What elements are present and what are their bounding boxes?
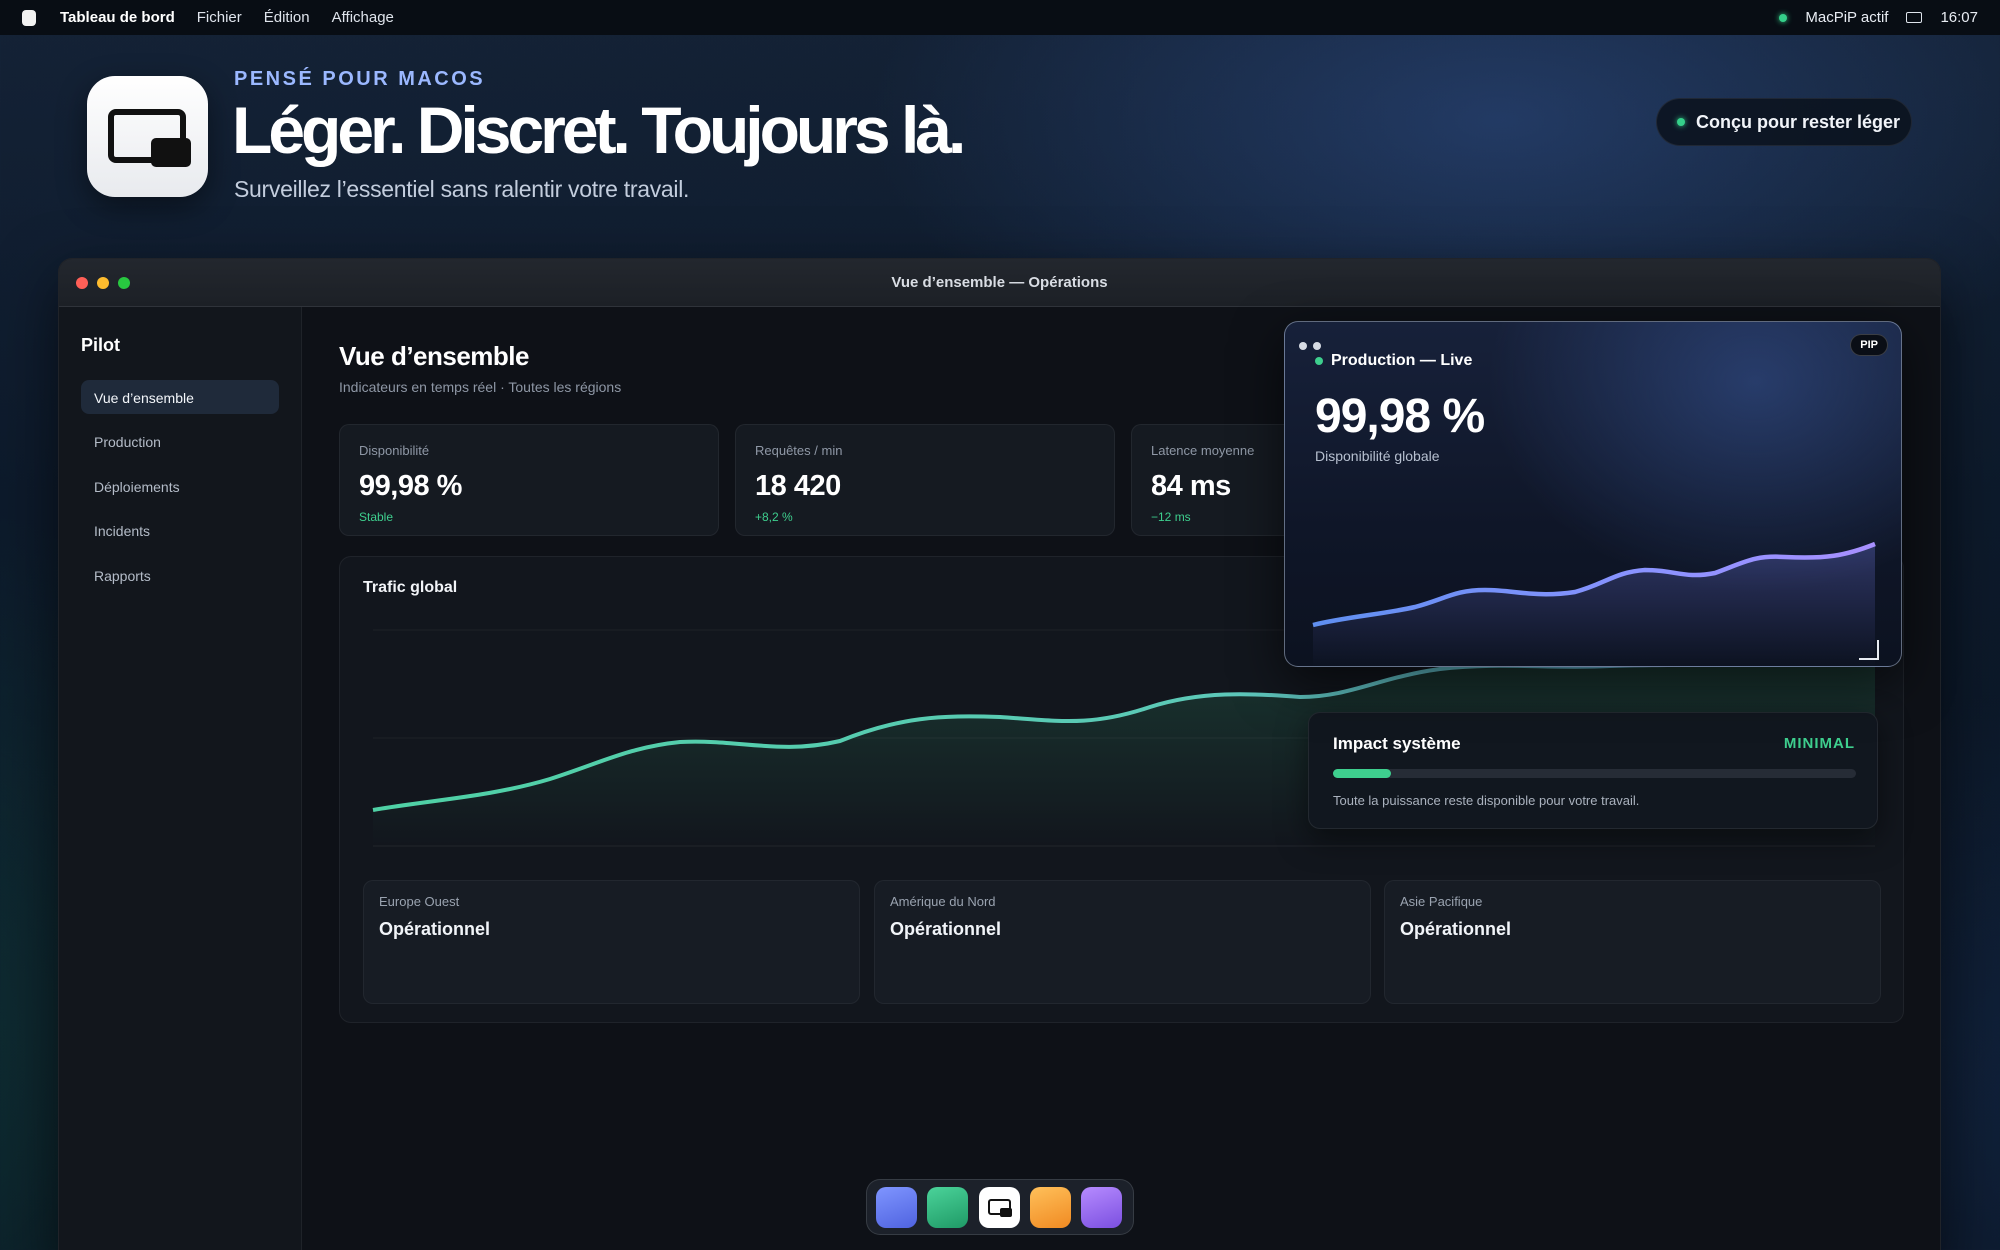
menu-affichage[interactable]: Affichage	[332, 9, 394, 26]
sidebar-item-vue-ensemble[interactable]: Vue d’ensemble	[81, 380, 279, 414]
kpi-label: Requêtes / min	[755, 443, 843, 458]
blue-app-icon[interactable]	[876, 1187, 917, 1228]
menu-app-name[interactable]: Tableau de bord	[60, 9, 175, 26]
region-status: Opérationnel	[379, 919, 491, 939]
impact-progress-track	[1333, 769, 1856, 778]
menu-edition[interactable]: Édition	[264, 9, 310, 26]
pip-caption: Disponibilité globale	[1315, 448, 1440, 464]
page-title: Vue d’ensemble	[339, 341, 530, 371]
region-status: Opérationnel	[1400, 919, 1512, 939]
traffic-title: Trafic global	[363, 579, 458, 596]
menu-fichier[interactable]: Fichier	[197, 9, 242, 26]
impact-note: Toute la puissance reste disponible pour…	[1333, 793, 1640, 808]
region-name: Europe Ouest	[379, 894, 460, 909]
dock	[866, 1179, 1134, 1235]
pip-window[interactable]: Production — Live PIP 99,98 % Disponibil…	[1284, 321, 1902, 667]
orange-app-icon[interactable]	[1030, 1187, 1071, 1228]
sidebar-item-rapports[interactable]: Rapports	[81, 558, 279, 592]
menu-bar: Tableau de bord Fichier Édition Affichag…	[0, 0, 2000, 35]
lightweight-badge: Conçu pour rester léger	[1656, 98, 1912, 146]
region-status: Opérationnel	[890, 919, 1002, 939]
kpi-delta: Stable	[359, 510, 394, 524]
pip-value: 99,98 %	[1315, 390, 1485, 443]
menu-clock[interactable]: 16:07	[1940, 9, 1978, 26]
badge-label: Conçu pour rester léger	[1696, 111, 1901, 132]
kpi-value: 18 420	[755, 470, 841, 502]
pip-chart	[1312, 541, 1876, 666]
impact-progress-fill	[1333, 769, 1391, 778]
green-app-icon[interactable]	[927, 1187, 968, 1228]
pip-badge: PIP	[1850, 334, 1888, 356]
region-card-asia-pacific[interactable]: Asie Pacifique Opérationnel	[1384, 880, 1881, 1004]
sidebar-title: Pilot	[81, 335, 120, 355]
menu-bar-status-area: MacPiP actif 16:07	[1779, 9, 1978, 26]
window-title: Vue d’ensemble — Opérations	[891, 274, 1108, 291]
hero-eyebrow: PENSÉ POUR MACOS	[234, 68, 486, 90]
system-impact-card: Impact système MINIMAL Toute la puissanc…	[1308, 712, 1878, 829]
kpi-value: 99,98 %	[359, 470, 462, 502]
kpi-label: Disponibilité	[359, 443, 430, 458]
pip-inner-frame-icon	[1000, 1208, 1012, 1217]
impact-level: MINIMAL	[1783, 735, 1855, 752]
pip-title: Production — Live	[1331, 352, 1473, 369]
region-name: Amérique du Nord	[890, 894, 996, 909]
menu-status-text[interactable]: MacPiP actif	[1805, 9, 1888, 26]
apple-menu-icon[interactable]	[22, 9, 36, 26]
pip-close-dot-icon[interactable]	[1299, 342, 1307, 350]
purple-app-icon[interactable]	[1081, 1187, 1122, 1228]
status-dot-icon	[1779, 13, 1788, 22]
region-card-europe[interactable]: Europe Ouest Opérationnel	[363, 880, 860, 1004]
resize-handle-icon[interactable]	[1859, 640, 1879, 660]
live-dot-icon	[1315, 357, 1323, 365]
impact-title: Impact système	[1333, 734, 1461, 753]
kpi-card-availability[interactable]: Disponibilité 99,98 % Stable	[339, 424, 719, 536]
window-titlebar[interactable]: Vue d’ensemble — Opérations	[59, 259, 1940, 307]
pip-menu-icon[interactable]	[1906, 12, 1923, 23]
macpip-app-icon[interactable]	[979, 1187, 1020, 1228]
pip-expand-dot-icon[interactable]	[1313, 342, 1321, 350]
pip-area	[1313, 544, 1875, 666]
sidebar-item-incidents[interactable]: Incidents	[81, 513, 279, 547]
page-subtitle: Indicateurs en temps réel · Toutes les r…	[339, 379, 622, 395]
sidebar-item-production[interactable]: Production	[81, 424, 279, 458]
sidebar-item-deploiements[interactable]: Déploiements	[81, 469, 279, 503]
app-icon	[87, 76, 208, 197]
region-name: Asie Pacifique	[1400, 894, 1483, 909]
kpi-delta: +8,2 %	[755, 510, 793, 524]
kpi-card-requests[interactable]: Requêtes / min 18 420 +8,2 %	[735, 424, 1115, 536]
hero-headline: Léger. Discret. Toujours là.	[232, 93, 966, 167]
region-card-north-america[interactable]: Amérique du Nord Opérationnel	[874, 880, 1371, 1004]
hero-subline: Surveillez l’essentiel sans ralentir vot…	[234, 176, 690, 202]
pip-icon-inner-frame	[151, 138, 191, 167]
sidebar: Pilot Vue d’ensemble Production Déploiem…	[59, 307, 302, 1250]
badge-dot-icon	[1677, 118, 1685, 126]
